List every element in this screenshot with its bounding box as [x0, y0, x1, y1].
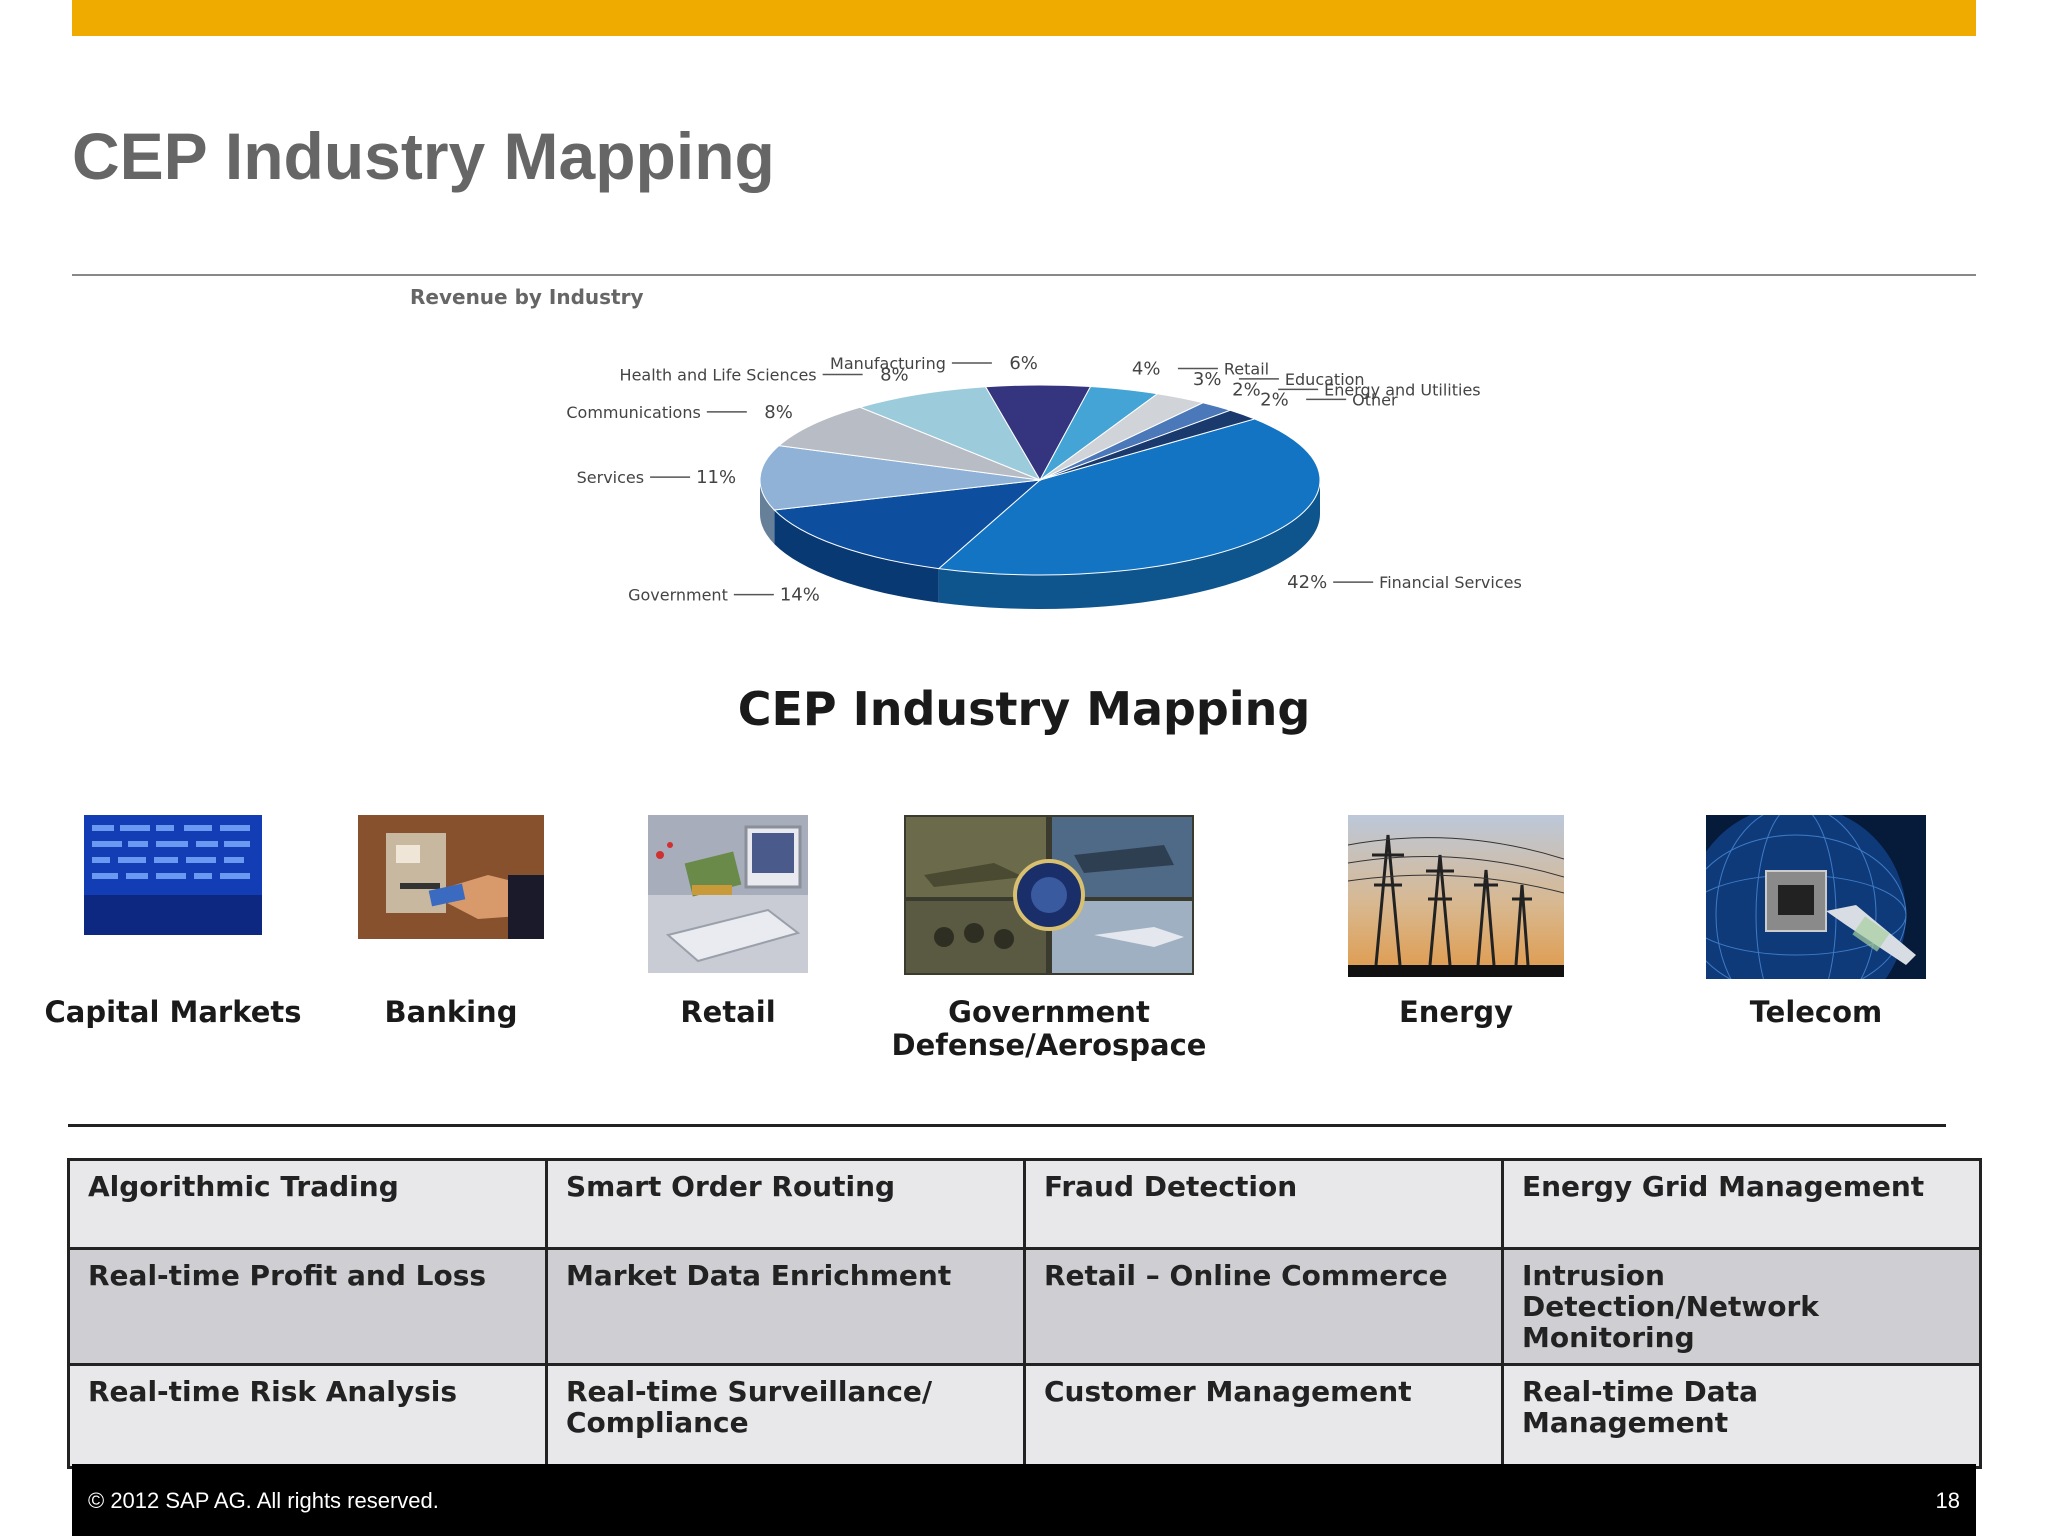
pie-value-label: 6% [1009, 353, 1038, 374]
pie-category-label: Financial Services [1379, 573, 1522, 592]
pie-value-label: 42% [1287, 572, 1327, 593]
pie-category-label: Retail [1224, 359, 1269, 378]
pie-category-label: Other [1352, 390, 1398, 409]
table-cell: Real-time Risk Analysis [67, 1363, 548, 1469]
use-case-table: Algorithmic Trading Smart Order Routing … [67, 1158, 1982, 1469]
pie-value-label: 4% [1132, 358, 1161, 379]
industry-label: Energy [1398, 995, 1514, 1029]
pie-category-label: Government [628, 586, 728, 605]
table-cell: Real-time Surveillance/ Compliance [545, 1363, 1026, 1469]
table-cell: Smart Order Routing [545, 1158, 1026, 1250]
pie-value-label: 11% [696, 467, 736, 488]
top-accent-bar [72, 0, 1976, 36]
industry-banking: Banking [358, 815, 544, 1029]
table-cell: Retail – Online Commerce [1023, 1247, 1504, 1366]
table-cell: Algorithmic Trading [67, 1158, 548, 1250]
table-cell: Fraud Detection [1023, 1158, 1504, 1250]
atm-card-image [358, 815, 544, 939]
table-cell: Customer Management [1023, 1363, 1504, 1469]
chart-title: Revenue by Industry [410, 285, 644, 309]
table-row: Algorithmic Trading Smart Order Routing … [67, 1158, 1982, 1250]
industry-label: Government Defense/Aerospace [891, 995, 1207, 1062]
network-cable-image [1685, 804, 1926, 1026]
title-divider [72, 274, 1976, 276]
pie-value-label: 2% [1260, 389, 1289, 410]
slide-title: CEP Industry Mapping [72, 119, 775, 193]
section-divider [68, 1124, 1946, 1127]
pie-category-label: Manufacturing [830, 354, 946, 373]
table-row: Real-time Risk Analysis Real-time Survei… [67, 1363, 1982, 1469]
mapping-heading: CEP Industry Mapping [737, 682, 1311, 736]
industry-telecom: Telecom [1685, 804, 1926, 1029]
stock-ticker-image [84, 815, 262, 935]
industry-government: Government Defense/Aerospace [892, 815, 1206, 1062]
pie-category-label: Services [577, 468, 644, 487]
pie-chart-svg: Revenue by Industry 42% Financial Service… [410, 285, 1522, 609]
industry-energy: Energy [1347, 815, 1565, 1029]
table-cell: Market Data Enrichment [545, 1247, 1026, 1366]
industry-label: Telecom [1749, 995, 1883, 1029]
table-cell: Real-time Data Management [1501, 1363, 1982, 1469]
industry-retail: Retail [648, 815, 808, 1029]
revenue-pie-chart: Revenue by Industry 42% Financial Service… [400, 280, 1650, 650]
pie-value-label: 3% [1193, 369, 1222, 390]
table-cell: Real-time Profit and Loss [67, 1247, 548, 1366]
pie-category-label: Communications [566, 403, 700, 422]
table-cell: Energy Grid Management [1501, 1158, 1982, 1250]
industry-capital-markets: Capital Markets [44, 815, 302, 1029]
power-lines-image [1347, 815, 1565, 977]
online-shopping-image [648, 815, 808, 973]
pie-category-label: Health and Life Sciences [620, 365, 817, 384]
table-row: Real-time Profit and Loss Market Data En… [67, 1247, 1982, 1366]
pie-value-label: 14% [780, 585, 820, 606]
industry-label: Retail [680, 995, 776, 1029]
footer-bar: © 2012 SAP AG. All rights reserved. 18 [72, 1464, 1976, 1536]
pie-value-label: 2% [1232, 379, 1261, 400]
page-number: 18 [1935, 1488, 1960, 1513]
copyright-text: © 2012 SAP AG. All rights reserved. [88, 1488, 439, 1513]
defense-collage-image [904, 815, 1194, 975]
pie-value-label: 8% [764, 402, 793, 423]
table-cell: Intrusion Detection/Network Monitoring [1501, 1247, 1982, 1366]
pie-category-label: Energy and Utilities [1324, 380, 1481, 399]
